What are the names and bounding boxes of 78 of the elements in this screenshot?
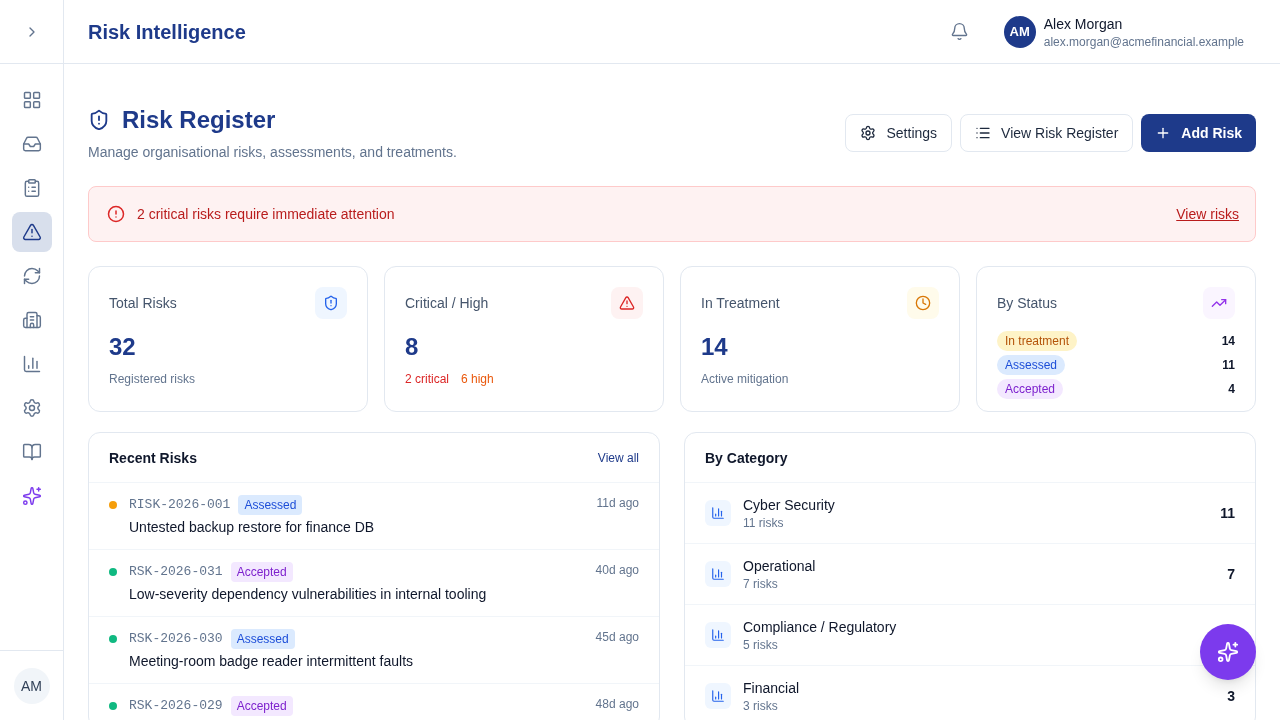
user-avatar[interactable]: AM [13,667,50,704]
view-register-button[interactable]: View Risk Register [960,114,1134,152]
status-badge: Accepted [997,379,1064,399]
category-name: Cyber Security [743,496,836,515]
status-badge: Assessed [997,355,1066,375]
user-avatar[interactable]: AM [1003,15,1036,48]
category-count: 11 [1220,504,1235,523]
category-note: 11 risks [743,515,785,531]
settings-button[interactable]: Settings [845,114,953,152]
stat-note: Registered risks [109,371,197,387]
risk-id: RSK-2026-030 [129,630,223,648]
risk-id: RSK-2026-031 [129,563,223,581]
status-badge: Assessed [230,629,295,649]
risk-title: Meeting-room badge reader intermittent faults [129,652,415,671]
page-title: Risk Register [122,105,276,135]
category-note: 7 risks [743,576,779,592]
book-icon [21,442,42,462]
category-name: Financial [743,679,801,698]
stat-value: 14 [701,332,729,362]
bar-chart-icon [21,354,42,374]
shield-icon [88,109,110,131]
settings-icon [860,125,877,141]
category-note: 3 risks [743,698,779,714]
status-badge: Assessed [238,495,303,515]
sparkle-icon [21,486,42,506]
card-title: By Category [705,448,788,468]
risk-age: 11d ago [596,495,639,511]
warning-icon [21,222,42,242]
app-title: Risk Intelligence [88,19,246,45]
status-count: 4 [1228,381,1235,397]
bar-chart-icon [705,622,731,648]
bell-icon [950,22,970,41]
add-risk-button[interactable]: Add Risk [1141,114,1256,152]
status-badge: In treatment [997,331,1078,351]
risk-age: 48d ago [595,696,639,712]
category-name: Compliance / Regulatory [743,618,898,637]
stat-label: By Status [997,294,1057,313]
bar-chart-icon [705,500,731,526]
status-count: 14 [1221,333,1235,349]
status-badge: Accepted [230,562,293,582]
stat-value: 8 [405,332,420,362]
stat-note: 6 high [461,371,494,387]
category-count: 7 [1227,565,1235,584]
category-note: 5 risks [743,637,779,653]
view-all-link[interactable]: View all [597,449,639,466]
risk-title: Low-severity dependency vulnerabilities in internal tooling [129,585,488,604]
alert-circle-icon [107,205,125,223]
stat-label: Critical / High [405,294,489,313]
stat-note: Active mitigation [701,371,790,387]
risk-id: RISK-2026-001 [129,496,231,514]
view-risks-link[interactable]: View risks [1176,204,1239,224]
bar-chart-icon [705,561,731,587]
stat-value: 32 [109,332,137,362]
user-email: alex.morgan@acmefinancial.example [1043,33,1244,50]
nav-item[interactable] [11,212,52,252]
inbox-icon [21,134,42,154]
card-title: Recent Risks [109,448,197,468]
bar-chart-icon [705,683,731,709]
user-name: Alex Morgan [1043,14,1124,34]
status-count: 11 [1222,357,1235,373]
sparkle-icon [1217,641,1239,663]
risk-age: 40d ago [595,562,639,578]
settings-icon [21,398,42,418]
category-name: Operational [743,557,817,576]
risk-title: Untested backup restore for finance DB [129,518,376,537]
building-icon [21,310,42,330]
stat-label: Total Risks [109,294,177,313]
list-icon [975,125,992,141]
stat-note: 2 critical [405,371,449,387]
grid-icon [21,90,42,110]
category-count: 3 [1227,687,1235,706]
refresh-icon [21,266,42,286]
status-badge: Accepted [230,696,293,716]
stat-label: In Treatment [701,294,780,313]
risk-age: 45d ago [595,629,639,645]
alert-message: 2 critical risks require immediate attention [137,205,396,224]
risk-id: RSK-2026-029 [129,697,223,715]
page-subtitle: Manage organisational risks, assessments, and treatments. [88,143,457,162]
